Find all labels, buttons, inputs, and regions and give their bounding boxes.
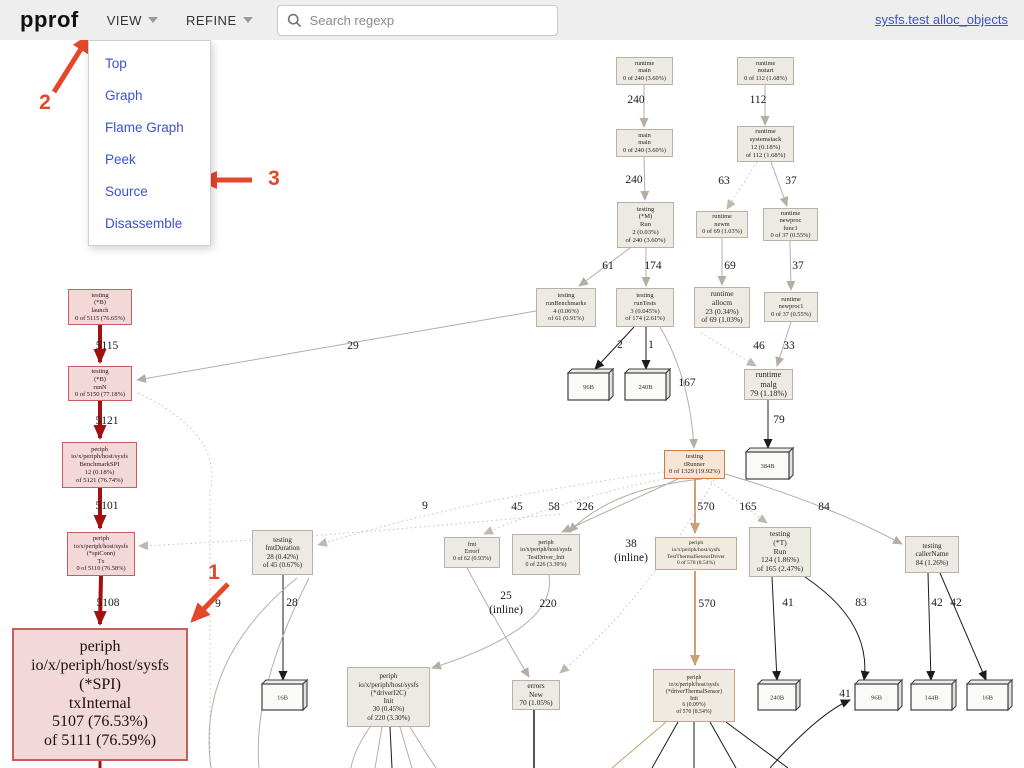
graph-node-runtime-newproc-func1[interactable]: runtimenewprocfunc10 of 37 (0.55%) (763, 208, 818, 241)
graph-node-record-384b[interactable]: 384B (746, 448, 793, 479)
svg-text:16B: 16B (982, 695, 994, 702)
graph-edge (805, 577, 865, 680)
refine-menu-button[interactable]: REFINE (186, 13, 253, 28)
graph-node-testing-callername[interactable]: testingcallerName84 (1.26%) (905, 536, 959, 573)
graph-node-record-96b[interactable]: 96B (855, 680, 902, 710)
menu-item-source[interactable]: Source (89, 175, 210, 207)
view-menu-label: VIEW (107, 13, 142, 28)
graph-node-runtime-main[interactable]: runtimemain0 of 240 (3.60%) (616, 57, 673, 85)
graph-edge (790, 241, 791, 290)
graph-node-errors-new[interactable]: errorsNew70 (1.05%) (512, 680, 560, 710)
menu-item-top[interactable]: Top (89, 47, 210, 79)
graph-edge (562, 479, 678, 532)
search-box[interactable] (277, 5, 558, 36)
graph-edge (928, 573, 931, 680)
graph-edge (375, 727, 382, 768)
graph-node-record-240b[interactable]: 240B (758, 680, 800, 710)
menu-item-flame-graph[interactable]: Flame Graph (89, 111, 210, 143)
graph-edge (707, 479, 767, 523)
graph-edge (467, 568, 529, 677)
graph-node-periph-testthermalsensordriver[interactable]: periphio/x/periph/host/sysfsTestThermalS… (655, 537, 737, 570)
graph-node-main-main[interactable]: mainmain0 of 240 (3.60%) (616, 129, 673, 157)
search-input[interactable] (310, 13, 548, 28)
chevron-down-icon (243, 17, 253, 23)
menu-item-graph[interactable]: Graph (89, 79, 210, 111)
graph-node-testing-trunner[interactable]: testingtRunner0 of 1329 (19.92%) (664, 450, 725, 479)
graph-node-runtime-newm[interactable]: runtimenewm0 of 69 (1.03%) (696, 211, 748, 238)
graph-edge (701, 333, 756, 366)
graph-node-record-16b[interactable]: 16B (262, 680, 307, 710)
profile-link[interactable]: sysfs.test alloc_objects (875, 12, 1008, 27)
graph-edge (595, 327, 634, 369)
graph-edge (410, 727, 436, 768)
graph-node-testing-runbenchmarks[interactable]: testingrunBenchmarks4 (0.06%)of 61 (0.91… (536, 288, 596, 327)
graph-edge (777, 322, 791, 366)
graph-node-periph-testdriver-init[interactable]: periphio/x/periph/host/sysfsTestDriver_I… (512, 534, 580, 575)
graph-node-testing-t-run[interactable]: testing(*T)Run124 (1.86%)of 165 (2.47%) (749, 527, 811, 577)
svg-text:384B: 384B (760, 463, 775, 470)
refine-menu-label: REFINE (186, 13, 237, 28)
graph-node-periph-benchmarkspi[interactable]: periphio/x/periph/host/sysfsBenchmarkSPI… (62, 442, 137, 488)
graph-node-periph-spi-txinternal[interactable]: periphio/x/periph/host/sysfs(*SPI)txInte… (12, 628, 188, 761)
svg-text:96B: 96B (583, 384, 595, 391)
graph-node-fmt-errorf[interactable]: fmtErrorf0 of 62 (0.93%) (444, 537, 500, 568)
graph-edge (560, 480, 714, 673)
app-logo: pprof (20, 7, 79, 33)
graph-edge (726, 722, 788, 768)
svg-text:16B: 16B (277, 695, 289, 702)
svg-text:240B: 240B (770, 695, 785, 702)
svg-text:240B: 240B (638, 384, 653, 391)
graph-node-testing-fmtduration[interactable]: testingfmtDuration28 (0.42%)of 45 (0.67%… (252, 530, 313, 575)
graph-edge (400, 727, 412, 768)
graph-edge (351, 727, 370, 768)
graph-edge (390, 727, 392, 768)
menu-item-disassemble[interactable]: Disassemble (89, 207, 210, 239)
chevron-down-icon (148, 17, 158, 23)
graph-edge (569, 479, 702, 532)
graph-node-periph-spiconn-tx[interactable]: periphio/x/periph/host/sysfs(*spiConn)Tx… (67, 532, 135, 576)
graph-edge (432, 575, 550, 668)
graph-edge (940, 573, 986, 680)
graph-node-testing-b-runn[interactable]: testing(*B)runN0 of 5150 (77.18%) (68, 366, 132, 401)
graph-node-testing-runtests[interactable]: testingrunTests3 (0.045%)of 174 (2.61%) (616, 288, 674, 327)
search-icon (287, 13, 302, 28)
graph-edge (710, 722, 736, 768)
graph-node-runtime-systemstack[interactable]: runtimesystemstack12 (0.18%)of 112 (1.68… (737, 126, 794, 162)
graph-edge (652, 722, 678, 768)
graph-node-runtime-malg[interactable]: runtimemalg79 (1.18%) (744, 369, 793, 400)
graph-edge (579, 248, 630, 286)
graph-node-testing-m-run[interactable]: testing(*M)Run2 (0.03%)of 240 (3.60%) (617, 202, 674, 248)
graph-edge (318, 472, 664, 545)
graph-node-runtime-mstart[interactable]: runtimemstart0 of 112 (1.68%) (737, 57, 794, 85)
graph-node-record-96b[interactable]: 96B (568, 369, 613, 400)
view-menu-dropdown: TopGraphFlame GraphPeekSourceDisassemble (88, 40, 211, 246)
view-menu-button[interactable]: VIEW (107, 13, 158, 28)
graph-node-runtime-newproc1[interactable]: runtimenewproc10 of 37 (0.55%) (764, 292, 818, 322)
graph-edge (771, 162, 787, 206)
graph-node-periph-driverthermalsensor-init[interactable]: periphio/x/periph/host/sysfs(*driverTher… (653, 669, 735, 722)
graph-edge (137, 311, 536, 380)
graph-edge (772, 577, 777, 680)
graph-node-runtime-allocm[interactable]: runtimeallocm23 (0.34%)of 69 (1.03%) (694, 287, 750, 328)
graph-edge (100, 576, 101, 624)
menu-item-peek[interactable]: Peek (89, 143, 210, 175)
graph-node-periph-driveri2c-init[interactable]: periphio/x/periph/host/sysfs(*driverI2C)… (347, 667, 430, 727)
graph-edge (727, 162, 757, 209)
graph-edge (644, 157, 645, 200)
graph-node-testing-b-launch[interactable]: testing(*B)launch0 of 5115 (76.65%) (68, 289, 132, 325)
svg-text:144B: 144B (924, 695, 939, 702)
graph-edge (612, 722, 666, 768)
toolbar: pprof VIEW REFINE (0, 0, 1024, 40)
graph-node-record-144b[interactable]: 144B (911, 680, 956, 710)
graph-edge (209, 578, 297, 768)
graph-edge (138, 393, 212, 487)
graph-node-record-240b[interactable]: 240B (625, 369, 670, 400)
graph-node-record-16b[interactable]: 16B (967, 680, 1012, 710)
svg-text:96B: 96B (871, 695, 883, 702)
